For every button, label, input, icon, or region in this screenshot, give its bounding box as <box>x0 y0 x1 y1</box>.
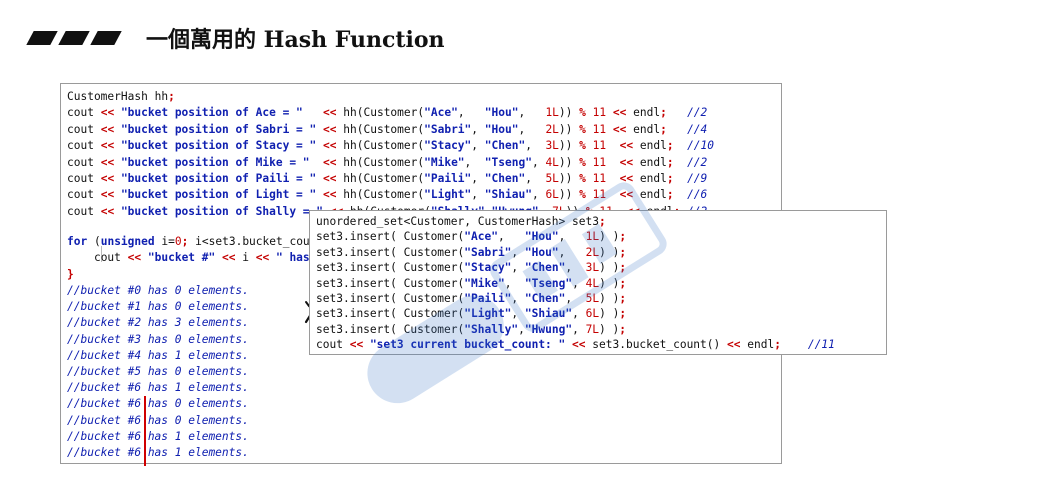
code-line: cout << "bucket position of Light = " <<… <box>67 188 708 202</box>
parallelogram-bullet-icon <box>58 31 90 45</box>
insert-code-panel: unordered_set<Customer, CustomerHash> se… <box>309 210 887 355</box>
code-line: //bucket #3 has 0 elements. <box>67 332 249 346</box>
insert-code-line: cout << "set3 current bucket_count: " <<… <box>316 338 835 352</box>
code-line: cout << "bucket position of Stacy = " <<… <box>67 139 715 153</box>
insert-code-line: set3.insert( Customer("Shally","Hwung", … <box>316 322 627 336</box>
code-line: //bucket #6 has 1 elements. <box>67 429 249 443</box>
code-line: CustomerHash hh; <box>67 90 175 103</box>
insert-code-line: set3.insert( Customer("Paili", "Chen", 5… <box>316 292 627 305</box>
code-line: //bucket #0 has 0 elements. <box>67 284 249 297</box>
code-line: cout << "bucket position of Mike = " << … <box>67 155 708 169</box>
insert-code-line: set3.insert( Customer("Light", "Shiau", … <box>316 307 627 321</box>
code-line: //bucket #4 has 1 elements. <box>67 348 249 362</box>
parallelogram-bullet-icon <box>90 31 122 45</box>
code-line: //bucket #6 has 1 elements. <box>67 446 249 459</box>
code-line: //bucket #6 has 1 elements. <box>67 381 249 395</box>
code-line: } <box>67 267 74 281</box>
code-line: cout << "bucket position of Paili = " <<… <box>67 172 708 185</box>
slide-title-bar: 一個萬用的 Hash Function <box>26 20 445 56</box>
parallelogram-bullet-icon <box>26 31 58 45</box>
insert-code-line: unordered_set<Customer, CustomerHash> se… <box>316 215 606 228</box>
insert-code-line: set3.insert( Customer("Sabri", "Hou", 2L… <box>316 245 627 259</box>
insert-code-line: set3.insert( Customer("Ace", "Hou", 1L) … <box>316 230 627 244</box>
code-line: //bucket #1 has 0 elements. <box>67 300 249 314</box>
insert-code-line: set3.insert( Customer("Stacy", "Chen", 3… <box>316 261 627 275</box>
code-line: cout << "bucket position of Sabri = " <<… <box>67 122 708 136</box>
code-line: //bucket #5 has 0 elements. <box>67 365 249 378</box>
code-line: cout << "bucket position of Ace = " << h… <box>67 106 708 120</box>
code-line: //bucket #2 has 3 elements. <box>67 316 249 330</box>
code-line: //bucket #6 has 0 elements. <box>67 413 249 427</box>
slide-title: 一個萬用的 Hash Function <box>146 27 445 53</box>
red-cursor-mark <box>144 396 146 466</box>
code-line: //bucket #6 has 0 elements. <box>67 397 249 411</box>
insert-code-line: set3.insert( Customer("Mike", "Tseng", 4… <box>316 276 627 290</box>
